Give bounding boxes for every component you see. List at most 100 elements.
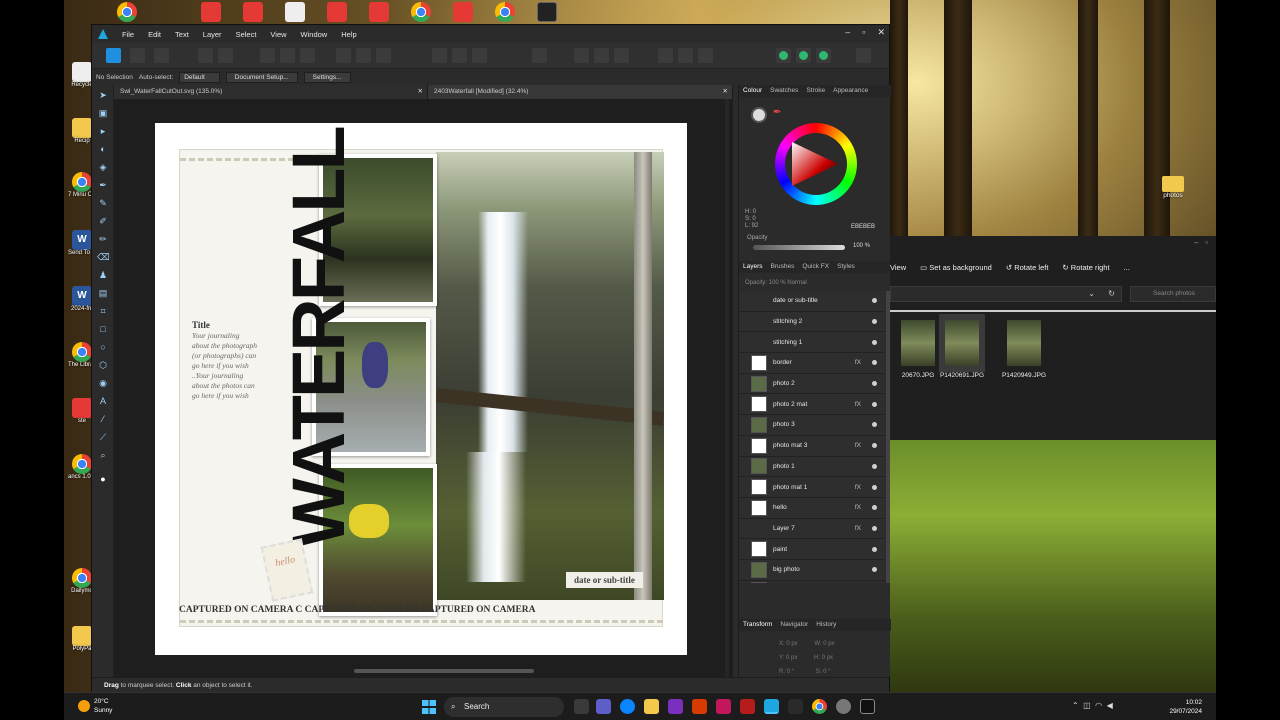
- menu-edit[interactable]: Edit: [141, 30, 168, 39]
- waterfall-title-art[interactable]: WATERFALL: [276, 128, 361, 548]
- affinity-designer-icon[interactable]: [764, 699, 779, 714]
- toolbar-button[interactable]: [432, 48, 447, 63]
- layer-visibility-icon[interactable]: [872, 443, 877, 449]
- s-field[interactable]: S: 0 °: [816, 669, 831, 675]
- layer-row[interactable]: date or sub-title: [739, 291, 885, 312]
- journal-title[interactable]: Title: [192, 320, 210, 330]
- toolbar-button[interactable]: [698, 48, 713, 63]
- toolbar-button[interactable]: [336, 48, 351, 63]
- artboard-tool-icon[interactable]: ▣: [97, 107, 109, 119]
- opacity-value[interactable]: 100 %: [853, 243, 870, 249]
- layer-fx-icon[interactable]: fX: [855, 484, 861, 491]
- export-persona-button[interactable]: [154, 48, 169, 63]
- app-icon[interactable]: [860, 699, 875, 714]
- colour-swatch-icon[interactable]: ●: [97, 473, 109, 485]
- place-image-tool-icon[interactable]: ▤: [97, 287, 109, 299]
- fill-tool-icon[interactable]: ◈: [97, 161, 109, 173]
- start-button-icon[interactable]: [422, 700, 436, 714]
- pixel-persona-button[interactable]: [130, 48, 145, 63]
- snap-button[interactable]: [300, 48, 315, 63]
- tab-transform[interactable]: Transform: [739, 619, 776, 631]
- folder-icon[interactable]: photos: [1160, 176, 1186, 199]
- layer-row[interactable]: stitching 2: [739, 311, 885, 333]
- brush-tool-icon[interactable]: ✐: [97, 215, 109, 227]
- tab-appearance[interactable]: Appearance: [829, 85, 872, 97]
- rotate-right-button[interactable]: ↻ Rotate right: [1062, 263, 1109, 272]
- menu-text[interactable]: Text: [168, 30, 196, 39]
- y-field[interactable]: Y: 0 px: [779, 655, 797, 661]
- close-icon[interactable]: ✕: [877, 27, 885, 38]
- artboard-page[interactable]: WATERFALL Title Your journaling about th…: [155, 123, 687, 655]
- refresh-icon[interactable]: ↻: [1108, 289, 1115, 298]
- h-field[interactable]: H: 0 px: [814, 655, 833, 661]
- layer-row[interactable]: photo mat 3 fX: [739, 435, 885, 457]
- toolbar-button[interactable]: [472, 48, 487, 63]
- edge-icon[interactable]: [620, 699, 635, 714]
- eyedropper-tool-icon[interactable]: ⁄: [97, 413, 109, 425]
- toolbar-button[interactable]: [452, 48, 467, 63]
- paint-tool-icon[interactable]: ✏: [97, 233, 109, 245]
- x-field[interactable]: X: 0 px: [779, 641, 798, 647]
- tab-document-2[interactable]: 2403Waterfall [Modified] (32.4%) ✕: [428, 85, 733, 99]
- layer-visibility-icon[interactable]: [872, 339, 877, 345]
- date-subtitle[interactable]: date or sub-title: [566, 572, 643, 588]
- layer-row[interactable]: border fX: [739, 353, 885, 374]
- app-icon[interactable]: [788, 699, 803, 714]
- chevron-down-icon[interactable]: ⌄: [1088, 289, 1095, 298]
- desktop-icon[interactable]: [533, 2, 561, 22]
- document-setup-button[interactable]: Document Setup...: [225, 71, 298, 83]
- layer-row[interactable]: P1420949: [739, 580, 885, 583]
- tab-document-1[interactable]: Swl_WaterFallCutOut.svg (135.0%) ✕: [114, 85, 428, 99]
- layer-fx-icon[interactable]: fX: [855, 359, 861, 366]
- layer-visibility-icon[interactable]: [872, 567, 877, 573]
- layer-visibility-icon[interactable]: [872, 401, 877, 407]
- tab-colour[interactable]: Colour: [739, 85, 766, 97]
- toolbar-button[interactable]: [614, 48, 629, 63]
- hex-value[interactable]: EBEBEB: [851, 224, 875, 230]
- zoom-tool-icon[interactable]: ⌕: [97, 449, 109, 461]
- layer-row[interactable]: photo mat 1 fX: [739, 477, 885, 498]
- layer-visibility-icon[interactable]: [872, 525, 877, 531]
- file-thumbnail[interactable]: P1420949.JPG: [996, 320, 1052, 379]
- view-button[interactable]: View: [890, 263, 906, 272]
- menu-view[interactable]: View: [263, 30, 293, 39]
- tab-layers[interactable]: Layers: [739, 261, 767, 273]
- layer-visibility-icon[interactable]: [872, 381, 877, 387]
- stitching-2[interactable]: [180, 620, 664, 623]
- opacity-slider[interactable]: [753, 245, 845, 250]
- layer-visibility-icon[interactable]: [872, 298, 877, 304]
- desktop-icon[interactable]: [281, 2, 309, 22]
- tab-stroke[interactable]: Stroke: [802, 85, 829, 97]
- autoselect-dropdown[interactable]: Default: [179, 71, 220, 83]
- tab-brushes[interactable]: Brushes: [767, 261, 799, 273]
- layer-row[interactable]: paint: [739, 539, 885, 560]
- file-thumbnail[interactable]: P1420691.JPG: [934, 314, 990, 379]
- tab-quick-fx[interactable]: Quick FX: [798, 261, 833, 273]
- toolbar-button[interactable]: [376, 48, 391, 63]
- ellipse-tool-icon[interactable]: ○: [97, 341, 109, 353]
- tab-history[interactable]: History: [812, 619, 840, 631]
- r-field[interactable]: R: 0 °: [779, 669, 794, 675]
- text-tool-icon[interactable]: A: [97, 395, 109, 407]
- photo-frame-border[interactable]: WATERFALL Title Your journaling about th…: [179, 128, 665, 627]
- boolean-add-icon[interactable]: [776, 48, 791, 63]
- designer-persona-button[interactable]: [106, 48, 121, 63]
- affinity-photo-icon[interactable]: [716, 699, 731, 714]
- affinity-publisher-icon[interactable]: [740, 699, 755, 714]
- menu-help[interactable]: Help: [334, 30, 363, 39]
- toolbar-button[interactable]: [532, 48, 547, 63]
- pen-tool-icon[interactable]: ✒: [97, 179, 109, 191]
- file-explorer-icon[interactable]: [644, 699, 659, 714]
- chrome-icon[interactable]: [812, 699, 827, 714]
- toolbar-button[interactable]: [218, 48, 233, 63]
- maximize-icon[interactable]: ▫: [862, 27, 865, 38]
- close-tab-icon[interactable]: ✕: [418, 85, 423, 99]
- desktop-icon[interactable]: [407, 2, 435, 22]
- tab-styles[interactable]: Styles: [833, 261, 859, 273]
- layer-fx-icon[interactable]: fX: [855, 504, 861, 511]
- user-icon[interactable]: [856, 48, 871, 63]
- snap-button[interactable]: [260, 48, 275, 63]
- layer-row[interactable]: big photo: [739, 559, 885, 581]
- search-photos-input[interactable]: Search photos: [1130, 286, 1216, 302]
- onenote-icon[interactable]: [668, 699, 683, 714]
